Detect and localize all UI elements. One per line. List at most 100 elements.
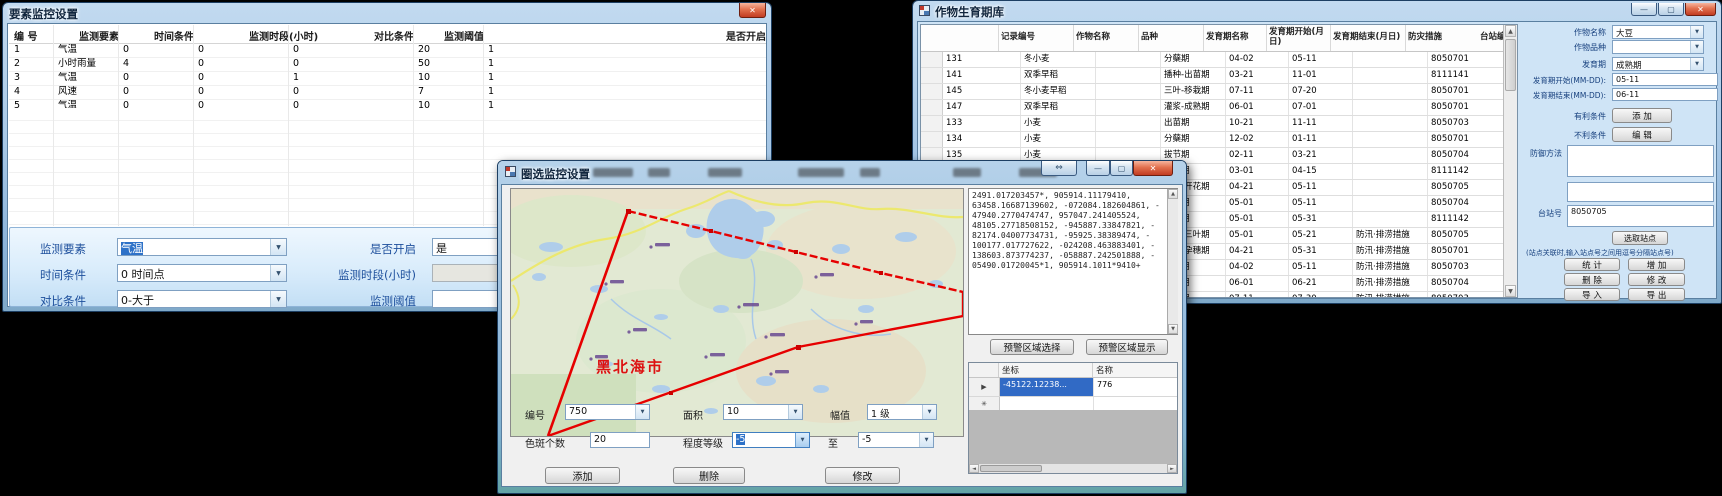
column-header[interactable]: 是否开启 [721, 25, 766, 43]
modify-button[interactable]: 修 改 [1628, 273, 1685, 286]
degree-to-combo[interactable]: -5 ▼ [858, 432, 934, 448]
chevron-down-icon[interactable]: ▼ [270, 291, 286, 307]
number-combo[interactable]: 750 ▼ [565, 404, 650, 420]
patch-count-field[interactable]: 20 [590, 432, 650, 448]
table-row[interactable]: 3 气温 0 0 1 10 1 [9, 72, 766, 86]
column-header[interactable]: 发育期名称 [1204, 25, 1267, 51]
name-cell[interactable] [1094, 397, 1177, 411]
start-date-field[interactable]: 05-11 [1612, 73, 1718, 86]
table-row[interactable]: 141 双季早稻 播种-出苗期 03-21 11-01 8111141 [921, 68, 1517, 84]
coords-scrollbar[interactable]: ▲ ▼ [1167, 189, 1178, 334]
variety-combo[interactable]: ▼ [1612, 40, 1704, 54]
maximize-button[interactable]: ▢ [1658, 3, 1684, 16]
chevron-down-icon[interactable]: ▼ [1690, 41, 1703, 53]
unfavorable-edit-button[interactable]: 编 辑 [1612, 127, 1672, 142]
table-row[interactable]: 134 小麦 分蘖期 12-02 01-11 8050701 [921, 132, 1517, 148]
map-canvas[interactable]: 黑北海市 [510, 188, 964, 437]
name-cell[interactable]: 776 [1094, 378, 1177, 396]
row-selector[interactable] [921, 132, 943, 147]
favorable-edit-button[interactable]: 添 加 [1612, 108, 1672, 123]
delete-button[interactable]: 删除 [673, 467, 745, 484]
crop-name-combo[interactable]: 大豆 ▼ [1612, 25, 1704, 39]
delete-button[interactable]: 删 除 [1564, 273, 1620, 286]
table-row[interactable]: 4 风速 0 0 0 7 1 [9, 86, 766, 100]
defense-textarea[interactable] [1567, 145, 1714, 177]
name-column-header[interactable]: 名称 [1093, 363, 1177, 377]
close-button[interactable]: ✕ [1685, 3, 1716, 16]
row-selector[interactable] [921, 84, 943, 99]
column-header[interactable]: 对比条件 [369, 25, 439, 43]
column-header[interactable]: 监测阈值 [439, 25, 721, 43]
minimize-button[interactable]: — [1631, 3, 1657, 16]
column-header[interactable]: 防灾措施 [1406, 25, 1478, 51]
table-row[interactable]: 2 小时雨量 4 0 0 50 1 [9, 58, 766, 72]
chevron-down-icon[interactable]: ▼ [270, 265, 286, 281]
horizontal-scrollbar[interactable]: ◄ ► [969, 463, 1177, 473]
titlebar[interactable]: 要素监控设置 ✕ [3, 3, 771, 23]
titlebar[interactable]: 作物生育期库 — ▢ ✕ [913, 1, 1721, 21]
column-header[interactable]: 监测要素 [74, 25, 149, 43]
chevron-down-icon[interactable]: ▼ [1690, 26, 1703, 38]
table-row[interactable]: 1 气温 0 0 0 20 1 [9, 44, 766, 58]
statistics-button[interactable]: 统 计 [1564, 258, 1620, 271]
area-combo[interactable]: 10 ▼ [723, 404, 803, 420]
scroll-left-icon[interactable]: ◄ [969, 464, 979, 473]
add-button[interactable]: 添加 [545, 467, 620, 484]
coordinates-textarea[interactable]: 2491.017203457*, 905914.11179410, 63458.… [968, 188, 1178, 335]
minimize-button[interactable]: — [1086, 161, 1110, 176]
new-row-icon[interactable]: ✳ [969, 397, 1000, 411]
table-row[interactable]: 133 小麦 出苗期 10-21 11-11 8050703 [921, 116, 1517, 132]
column-header[interactable]: 编 号 [9, 25, 74, 43]
column-header[interactable]: 发育期结束(月日) [1331, 25, 1406, 51]
chevron-down-icon[interactable]: ▼ [795, 433, 809, 447]
pick-station-button[interactable]: 选取站点 [1612, 231, 1668, 245]
selector-header[interactable] [969, 363, 999, 377]
remark-textarea[interactable] [1567, 182, 1714, 202]
element-combo[interactable]: 气温 ▼ [117, 238, 287, 256]
row-selector[interactable] [921, 100, 943, 115]
row-selector[interactable] [921, 68, 943, 83]
column-header[interactable] [921, 25, 999, 51]
modify-button[interactable]: 修改 [825, 467, 900, 484]
export-button[interactable]: 导 出 [1628, 288, 1685, 301]
level-combo[interactable]: 1 级 ▼ [867, 404, 937, 420]
resize-button[interactable]: ⇔ [1041, 161, 1077, 176]
row-selector[interactable] [921, 116, 943, 131]
row-selector[interactable] [921, 52, 943, 67]
coord-cell[interactable] [1000, 397, 1094, 411]
grid-row[interactable]: ▶ -45122.12238... 776 [969, 378, 1177, 397]
chevron-down-icon[interactable]: ▼ [635, 405, 649, 419]
compare-combo[interactable]: 0-大于 ▼ [117, 290, 287, 308]
table-row[interactable]: 131 冬小麦 分蘖期 04-02 05-11 8050701 [921, 52, 1517, 68]
end-date-field[interactable]: 06-11 [1612, 88, 1718, 101]
column-header[interactable]: 监测时段(小时) [244, 25, 369, 43]
vertical-scrollbar[interactable]: ▲ ▼ [1503, 25, 1517, 297]
scroll-down-icon[interactable]: ▼ [1168, 324, 1178, 334]
period-combo[interactable]: 成熟期 ▼ [1612, 57, 1704, 71]
column-header[interactable]: 发育期开始(月日) [1267, 25, 1331, 51]
table-row[interactable]: 147 双季早稻 灌浆-成熟期 06-01 07-01 8050701 [921, 100, 1517, 116]
column-header[interactable]: 记录编号 [999, 25, 1074, 51]
titlebar[interactable]: 圈选监控设置 ⇔ — ▢ ✕ [498, 161, 1186, 183]
chevron-down-icon[interactable]: ▼ [270, 239, 286, 255]
close-button[interactable]: ✕ [1133, 161, 1173, 176]
degree-combo[interactable]: -5 ▼ [732, 432, 810, 448]
maximize-button[interactable]: ▢ [1110, 161, 1133, 176]
chevron-down-icon[interactable]: ▼ [1690, 58, 1703, 70]
scroll-up-icon[interactable]: ▲ [1168, 189, 1178, 199]
current-row-icon[interactable]: ▶ [969, 378, 1000, 396]
column-header[interactable]: 时间条件 [149, 25, 244, 43]
table-row[interactable]: 145 冬小麦早稻 三叶-移栽期 07-11 07-20 8050701 [921, 84, 1517, 100]
scroll-up-icon[interactable]: ▲ [1505, 25, 1516, 37]
chevron-down-icon[interactable]: ▼ [922, 405, 936, 419]
station-field[interactable]: 8050705 [1567, 205, 1714, 227]
warning-area-show-button[interactable]: 预警区域显示 [1086, 339, 1168, 355]
chevron-down-icon[interactable]: ▼ [788, 405, 802, 419]
import-button[interactable]: 导 入 [1564, 288, 1620, 301]
time-combo[interactable]: 0 时间点 ▼ [117, 264, 287, 282]
scrollbar-thumb[interactable] [980, 465, 1042, 472]
coord-cell[interactable]: -45122.12238... [1000, 378, 1094, 396]
add-button[interactable]: 增 加 [1628, 258, 1685, 271]
scroll-down-icon[interactable]: ▼ [1505, 285, 1516, 297]
chevron-down-icon[interactable]: ▼ [919, 433, 933, 447]
